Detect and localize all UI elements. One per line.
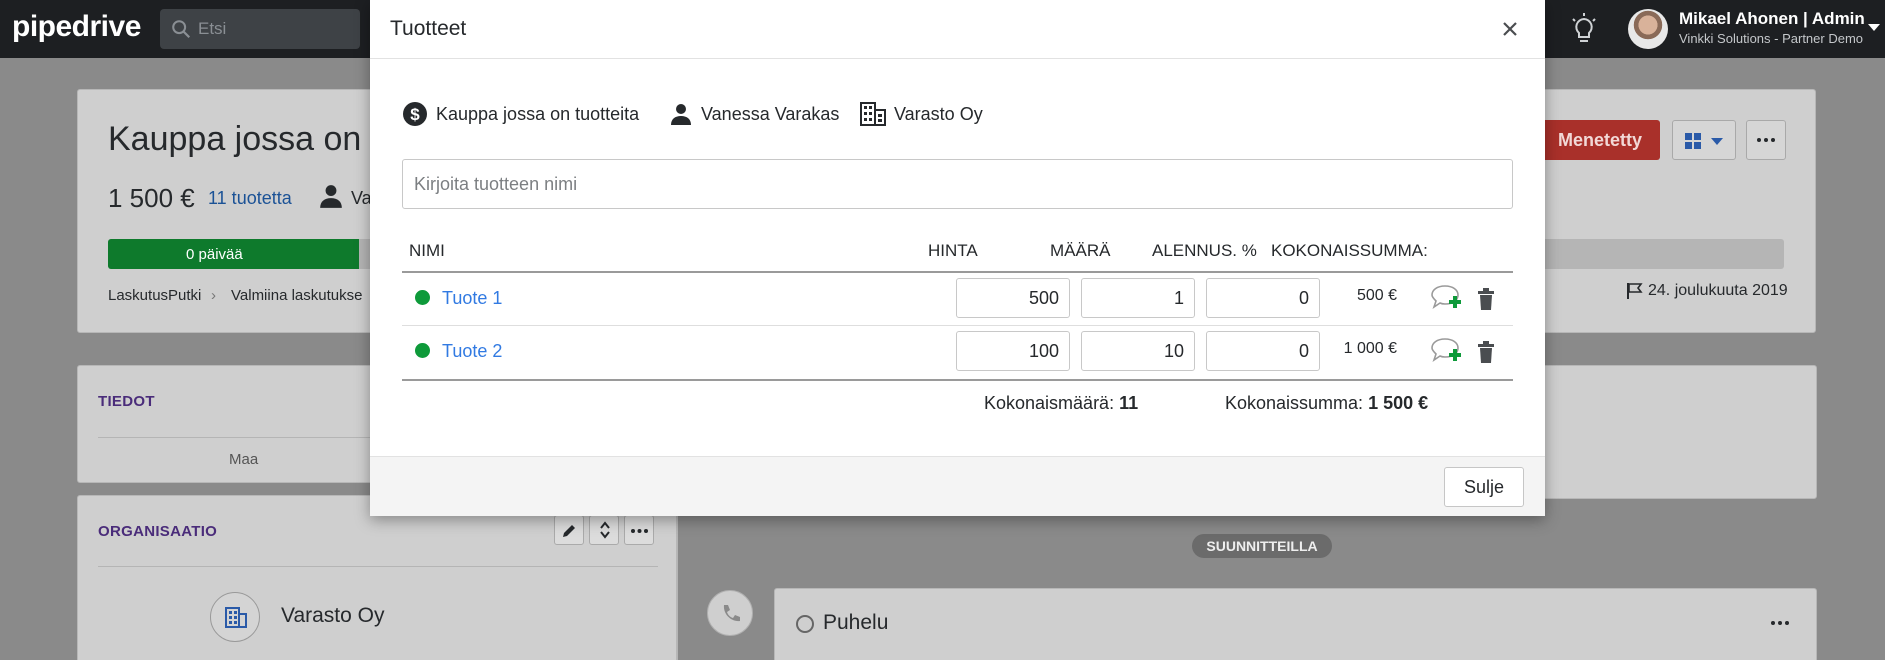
price-input[interactable] xyxy=(956,331,1070,371)
total-quantity: Kokonaismäärä: 11 xyxy=(984,393,1138,414)
stage-duration-label: 0 päivää xyxy=(186,246,243,263)
trash-icon[interactable] xyxy=(1477,341,1495,363)
trash-icon[interactable] xyxy=(1477,288,1495,310)
grid-icon xyxy=(1685,133,1701,149)
user-company: Vinkki Solutions - Partner Demo xyxy=(1679,31,1864,46)
chevron-down-icon xyxy=(1711,138,1723,145)
organisation-card xyxy=(77,495,677,660)
modal-deal-context[interactable]: $ Kauppa jossa on tuotteita xyxy=(402,100,639,128)
svg-text:$: $ xyxy=(410,105,420,124)
quantity-input[interactable] xyxy=(1081,331,1195,371)
total-quantity-label: Kokonaismäärä: xyxy=(984,393,1115,413)
column-header-quantity: MÄÄRÄ xyxy=(1050,241,1111,260)
reorder-button[interactable] xyxy=(589,515,619,545)
edit-button[interactable] xyxy=(554,515,584,545)
dollar-icon: $ xyxy=(403,102,427,126)
products-modal: Tuotteet $ Kauppa jossa on tuotteita Van… xyxy=(370,0,1545,516)
divider xyxy=(98,566,658,567)
sort-arrows-icon xyxy=(600,521,610,539)
row-total: 500 € xyxy=(1356,287,1397,304)
product-name-link[interactable]: Tuote 2 xyxy=(442,341,502,362)
building-icon xyxy=(225,607,247,628)
modal-header: Tuotteet xyxy=(370,0,1545,59)
building-icon xyxy=(860,102,886,126)
deal-products-link[interactable]: 11 tuotetta xyxy=(208,188,292,209)
deal-title[interactable]: Kauppa jossa on tu xyxy=(108,120,399,159)
column-header-price: HINTA xyxy=(928,241,978,260)
details-header: TIEDOT xyxy=(98,393,155,410)
product-status-dot xyxy=(415,290,430,305)
breadcrumb-pipeline[interactable]: LaskutusPutki xyxy=(108,287,201,304)
organisation-header: ORGANISAATIO xyxy=(98,523,218,540)
modal-organisation-name: Varasto Oy xyxy=(894,103,983,124)
activity-type-avatar xyxy=(707,590,753,636)
phone-icon xyxy=(723,605,740,622)
row-total: 1 000 € xyxy=(1343,340,1397,357)
search-placeholder: Etsi xyxy=(198,19,227,38)
table-footer-divider xyxy=(402,379,1513,381)
add-note-icon[interactable] xyxy=(1430,336,1464,366)
activity-card[interactable] xyxy=(774,588,1817,660)
chevron-down-icon[interactable] xyxy=(1868,24,1880,31)
flag-icon xyxy=(1627,283,1643,299)
organisation-avatar xyxy=(210,592,260,642)
column-header-name: NIMI xyxy=(409,241,445,260)
status-badge: SUUNNITTEILLA xyxy=(1192,534,1332,558)
table-header-divider xyxy=(402,271,1513,273)
column-header-discount: ALENNUS. % xyxy=(1152,241,1257,260)
organisation-more-button[interactable] xyxy=(624,515,654,545)
more-dots-icon[interactable] xyxy=(1771,621,1789,625)
modal-deal-name: Kauppa jossa on tuotteita xyxy=(436,103,640,124)
total-sum-value: 1 500 € xyxy=(1368,393,1429,413)
activity-title[interactable]: Puhelu xyxy=(823,611,888,635)
more-dots-icon xyxy=(631,529,648,533)
person-icon xyxy=(671,104,691,125)
close-button[interactable]: Sulje xyxy=(1444,467,1524,507)
row-divider xyxy=(402,325,1513,326)
search-icon xyxy=(172,20,191,39)
add-note-icon[interactable] xyxy=(1430,283,1464,313)
total-quantity-value: 11 xyxy=(1119,393,1139,413)
more-actions-button[interactable] xyxy=(1746,120,1786,160)
pencil-icon xyxy=(563,525,575,537)
activity-done-checkbox[interactable] xyxy=(796,615,814,633)
country-label: Maa xyxy=(229,451,259,468)
close-icon[interactable] xyxy=(1497,16,1523,42)
modal-footer: Sulje xyxy=(370,456,1545,516)
more-dots-icon xyxy=(1757,138,1775,142)
expected-close-date[interactable]: 24. joulukuuta 2019 xyxy=(1648,282,1788,300)
modal-person-context[interactable]: Vanessa Varakas xyxy=(669,100,839,128)
user-name[interactable]: Mikael Ahonen | Admin xyxy=(1679,9,1865,29)
quantity-input[interactable] xyxy=(1081,278,1195,318)
lightbulb-icon[interactable] xyxy=(1570,13,1598,45)
deal-value[interactable]: 1 500 € xyxy=(108,183,195,214)
column-divider xyxy=(677,495,678,660)
column-header-total: KOKONAISSUMMA: xyxy=(1271,241,1428,260)
chevron-right-icon: › xyxy=(211,287,216,304)
modal-person-name: Vanessa Varakas xyxy=(701,103,840,124)
product-name-link[interactable]: Tuote 1 xyxy=(442,288,502,309)
person-icon xyxy=(320,185,342,208)
product-status-dot xyxy=(415,343,430,358)
modal-title: Tuotteet xyxy=(390,17,467,40)
price-input[interactable] xyxy=(956,278,1070,318)
view-switch-button[interactable] xyxy=(1672,120,1736,160)
lost-button[interactable]: Menetetty xyxy=(1540,120,1660,160)
deal-person[interactable]: Va xyxy=(351,188,372,209)
pipedrive-logo[interactable]: pipedrive xyxy=(12,10,141,44)
total-sum: Kokonaissumma: 1 500 € xyxy=(1225,393,1428,414)
global-search[interactable]: Etsi xyxy=(160,9,360,49)
organisation-name[interactable]: Varasto Oy xyxy=(281,604,384,628)
total-sum-label: Kokonaissumma: xyxy=(1225,393,1364,413)
product-search-input[interactable] xyxy=(402,159,1513,209)
modal-organisation-context[interactable]: Varasto Oy xyxy=(860,100,983,128)
user-avatar[interactable] xyxy=(1628,9,1668,49)
breadcrumb-stage[interactable]: Valmiina laskutukse xyxy=(231,287,362,304)
